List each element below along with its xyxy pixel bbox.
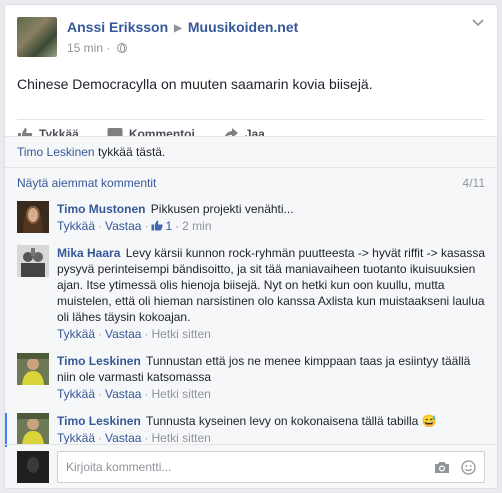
commenter-avatar[interactable] <box>17 413 49 445</box>
comment-reply-link[interactable]: Vastaa <box>105 387 141 401</box>
comment-text: Pikkusen projekti venähti... <box>150 202 294 216</box>
comment-reply-link[interactable]: Vastaa <box>105 327 141 341</box>
comment-like-link[interactable]: Tykkää <box>57 431 95 445</box>
commenter-avatar[interactable] <box>17 245 49 277</box>
comment-input-box[interactable] <box>57 451 485 483</box>
comment-composer <box>5 444 497 488</box>
arrow-right-icon: ▶ <box>174 23 182 34</box>
post-time[interactable]: 15 min <box>67 41 103 55</box>
comment-reply-link[interactable]: Vastaa <box>105 431 141 445</box>
comment-like-count[interactable]: 1 <box>165 219 172 233</box>
previous-comments-row: Näytä aiemmat kommentit 4/11 <box>5 168 497 194</box>
author-line: Anssi Eriksson ▶ Muusikoiden.net <box>67 19 298 35</box>
chevron-down-icon[interactable] <box>471 15 485 29</box>
commenter-name[interactable]: Timo Leskinen <box>57 354 141 368</box>
post-meta: 15 min · <box>67 41 127 55</box>
comment-text: Tunnusta kyseinen levy on kokonaisena tä… <box>145 414 419 428</box>
view-previous-comments-link[interactable]: Näytä aiemmat kommentit <box>17 176 156 190</box>
commenter-name[interactable]: Mika Haara <box>57 246 120 260</box>
commenter-avatar[interactable] <box>17 353 49 385</box>
commenter-avatar[interactable] <box>17 201 49 233</box>
comment-like-link[interactable]: Tykkää <box>57 387 95 401</box>
comment-count: 4/11 <box>462 176 485 190</box>
thumbs-up-icon <box>151 220 164 231</box>
likes-suffix: tykkää tästä. <box>97 145 166 159</box>
commenter-name[interactable]: Timo Mustonen <box>57 202 145 216</box>
target-group[interactable]: Muusikoiden.net <box>188 19 298 35</box>
comment-like-link[interactable]: Tykkää <box>57 327 95 341</box>
comment-actions: Tykkää · Vastaa · Hetki sitten <box>57 327 211 341</box>
comment-item: Timo Leskinen Tunnustan että jos ne mene… <box>5 353 497 403</box>
comment-time[interactable]: Hetki sitten <box>151 387 210 401</box>
comment-item-new: Timo Leskinen Tunnusta kyseinen levy on … <box>5 413 497 447</box>
commenter-name[interactable]: Timo Leskinen <box>57 414 141 428</box>
comment-text: Levy kärsii kunnon rock-ryhmän puutteest… <box>57 246 485 324</box>
comment-time[interactable]: Hetki sitten <box>151 431 210 445</box>
comment-actions: Tykkää · Vastaa · 1 · 2 min <box>57 219 212 233</box>
comment-input[interactable] <box>66 460 406 474</box>
liker-name[interactable]: Timo Leskinen <box>17 145 95 159</box>
comment-like-link[interactable]: Tykkää <box>57 219 95 233</box>
post-text: Chinese Democracylla on muuten saamarin … <box>17 76 373 92</box>
comment-item: Mika Haara Levy kärsii kunnon rock-ryhmä… <box>5 245 497 343</box>
comment-time[interactable]: 2 min <box>182 219 211 233</box>
comment-time[interactable]: Hetki sitten <box>151 327 210 341</box>
comment-reply-link[interactable]: Vastaa <box>105 219 141 233</box>
author-name[interactable]: Anssi Eriksson <box>67 19 168 35</box>
author-avatar[interactable] <box>17 17 57 57</box>
camera-icon[interactable] <box>434 461 450 474</box>
current-user-avatar <box>17 451 49 483</box>
likes-summary: Timo Leskinen tykkää tästä. <box>5 137 497 168</box>
comment-actions: Tykkää · Vastaa · Hetki sitten <box>57 387 211 401</box>
sweat-smile-emoji: 😅 <box>421 414 437 428</box>
globe-icon <box>116 43 127 53</box>
comments-section: Timo Leskinen tykkää tästä. Näytä aiemma… <box>5 136 497 488</box>
comment-item: Timo Mustonen Pikkusen projekti venähti.… <box>5 201 497 235</box>
post-card: Anssi Eriksson ▶ Muusikoiden.net 15 min · … <box>4 4 498 489</box>
emoji-smile-icon[interactable] <box>461 460 476 475</box>
post-header: Anssi Eriksson ▶ Muusikoiden.net 15 min · <box>5 5 497 61</box>
